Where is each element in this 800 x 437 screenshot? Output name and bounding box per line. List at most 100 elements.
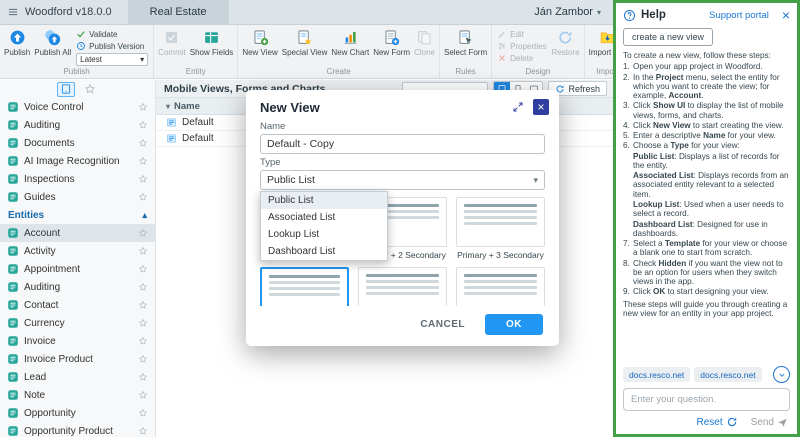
- sidebar-item-account[interactable]: Account: [0, 224, 155, 242]
- publish-icon: [9, 29, 26, 46]
- favorite-star-icon[interactable]: [138, 300, 148, 310]
- edit-button[interactable]: Edit: [497, 29, 546, 39]
- sidebar-item-note[interactable]: Note: [0, 386, 155, 404]
- template-label: Primary + 3 Secondary: [456, 250, 545, 260]
- type-select[interactable]: Public List ▾: [260, 170, 545, 190]
- sidebar-item-invoice-product[interactable]: Invoice Product: [0, 350, 155, 368]
- show-fields-button[interactable]: Show Fields: [188, 26, 236, 58]
- suggested-question-chip[interactable]: create a new view: [623, 28, 713, 46]
- help-icon: [623, 9, 636, 22]
- dialog-close-icon[interactable]: ×: [533, 99, 549, 115]
- template-option-primary-3-secondary[interactable]: Primary + 3 Secondary: [456, 197, 545, 260]
- publish-version-select[interactable]: Latest▾: [76, 53, 148, 66]
- type-option-lookup-list[interactable]: Lookup List: [261, 226, 387, 243]
- sidebar-item-opportunity[interactable]: Opportunity: [0, 404, 155, 422]
- favorite-star-icon[interactable]: [138, 156, 148, 166]
- favorite-star-icon[interactable]: [138, 102, 148, 112]
- sidebar-item-ai-image-recognition[interactable]: AI Image Recognition: [0, 152, 155, 170]
- doc-link[interactable]: docs.resco.net: [694, 367, 761, 382]
- user-menu[interactable]: Ján Zambor ▾: [534, 6, 601, 18]
- favorite-star-icon[interactable]: [138, 246, 148, 256]
- favorite-star-icon[interactable]: [138, 318, 148, 328]
- sidebar-item-appointment[interactable]: Appointment: [0, 260, 155, 278]
- sidebar-item-invoice[interactable]: Invoice: [0, 332, 155, 350]
- reset-button[interactable]: Reset: [697, 416, 738, 428]
- publish-button[interactable]: Publish: [2, 26, 32, 58]
- template-option[interactable]: [260, 267, 349, 306]
- sidebar-item-guides[interactable]: Guides: [0, 188, 155, 206]
- publish-all-button[interactable]: Publish All: [32, 26, 73, 58]
- select-form-button[interactable]: Select Form: [442, 26, 489, 58]
- template-option[interactable]: [456, 267, 545, 306]
- help-step: 5.Enter a descriptive Name for your view…: [623, 131, 790, 140]
- project-tab-real-estate[interactable]: Real Estate: [128, 0, 229, 25]
- title-bar: Woodford v18.0.0 Real Estate Ján Zambor …: [0, 0, 613, 25]
- favorite-star-icon[interactable]: [138, 138, 148, 148]
- delete-button[interactable]: Delete: [497, 53, 546, 63]
- chevron-up-icon: ▴: [142, 210, 147, 221]
- maximize-icon[interactable]: [512, 101, 524, 113]
- skeleton-bar: [464, 286, 537, 289]
- favorite-star-icon[interactable]: [138, 336, 148, 346]
- expand-sources-button[interactable]: [773, 366, 790, 383]
- commit-button[interactable]: Commit: [156, 26, 188, 58]
- sidebar-item-documents[interactable]: Documents: [0, 134, 155, 152]
- type-option-associated-list[interactable]: Associated List: [261, 209, 387, 226]
- favorite-star-icon[interactable]: [138, 120, 148, 130]
- ok-button[interactable]: OK: [485, 314, 543, 335]
- validate-button[interactable]: Validate: [76, 29, 148, 39]
- favorite-star-icon[interactable]: [138, 228, 148, 238]
- new-form-button[interactable]: New Form: [371, 26, 412, 58]
- sidebar-item-inspections[interactable]: Inspections: [0, 170, 155, 188]
- favorite-star-icon[interactable]: [138, 354, 148, 364]
- help-step: Public List: Displays a list of records …: [623, 152, 790, 171]
- sidebar-item-auditing[interactable]: Auditing: [0, 116, 155, 134]
- sidebar-section-entities[interactable]: Entities▴: [0, 206, 155, 224]
- support-portal-link[interactable]: Support portal: [709, 10, 769, 21]
- favorite-star-icon[interactable]: [138, 174, 148, 184]
- template-option[interactable]: [358, 267, 447, 306]
- template-thumbnail: [260, 267, 349, 306]
- sidebar-item-lead[interactable]: Lead: [0, 368, 155, 386]
- type-option-dashboard-list[interactable]: Dashboard List: [261, 243, 387, 260]
- publish-version-button[interactable]: Publish Version: [76, 41, 148, 51]
- special-view-button[interactable]: Special View: [280, 26, 330, 58]
- app-menu-icon[interactable]: [7, 6, 19, 18]
- help-close-icon[interactable]: ×: [782, 8, 790, 22]
- sidebar-item-label: Invoice: [24, 336, 56, 347]
- favorite-star-icon[interactable]: [138, 372, 148, 382]
- star-filter-button[interactable]: [81, 82, 99, 97]
- favorite-star-icon[interactable]: [138, 192, 148, 202]
- type-option-public-list[interactable]: Public List: [261, 192, 387, 209]
- question-input[interactable]: [623, 388, 790, 411]
- sidebar-item-label: Auditing: [24, 120, 60, 131]
- sidebar-item-auditing[interactable]: Auditing: [0, 278, 155, 296]
- favorite-star-icon[interactable]: [138, 390, 148, 400]
- send-button[interactable]: Send: [751, 417, 788, 428]
- entity-icon: [7, 227, 19, 239]
- ribbon-group-row: Select Form: [442, 26, 489, 66]
- tablet-filter-button[interactable]: [57, 82, 75, 97]
- clone-button[interactable]: Clone: [412, 26, 437, 58]
- delete-label: Delete: [510, 54, 533, 63]
- restore-button[interactable]: Restore: [550, 26, 582, 58]
- new-chart-button[interactable]: New Chart: [329, 26, 371, 58]
- cancel-button[interactable]: CANCEL: [420, 319, 465, 330]
- sidebar-item-activity[interactable]: Activity: [0, 242, 155, 260]
- entity-icon: [7, 335, 19, 347]
- view-name-input[interactable]: [260, 134, 545, 154]
- properties-button[interactable]: Properties: [497, 41, 546, 51]
- favorite-star-icon[interactable]: [138, 408, 148, 418]
- favorite-star-icon[interactable]: [138, 426, 148, 436]
- favorite-star-icon[interactable]: [138, 264, 148, 274]
- sidebar-item-voice-control[interactable]: Voice Control: [0, 98, 155, 116]
- sidebar-item-contact[interactable]: Contact: [0, 296, 155, 314]
- sidebar-item-currency[interactable]: Currency: [0, 314, 155, 332]
- doc-link[interactable]: docs.resco.net: [623, 367, 690, 382]
- skeleton-bar: [269, 287, 340, 290]
- help-panel: Help Support portal × create a new view …: [613, 0, 800, 437]
- sidebar-item-opportunity-product[interactable]: Opportunity Product: [0, 422, 155, 437]
- favorite-star-icon[interactable]: [138, 282, 148, 292]
- import-file-button[interactable]: Import File: [587, 26, 613, 58]
- new-view-button[interactable]: New View: [240, 26, 279, 58]
